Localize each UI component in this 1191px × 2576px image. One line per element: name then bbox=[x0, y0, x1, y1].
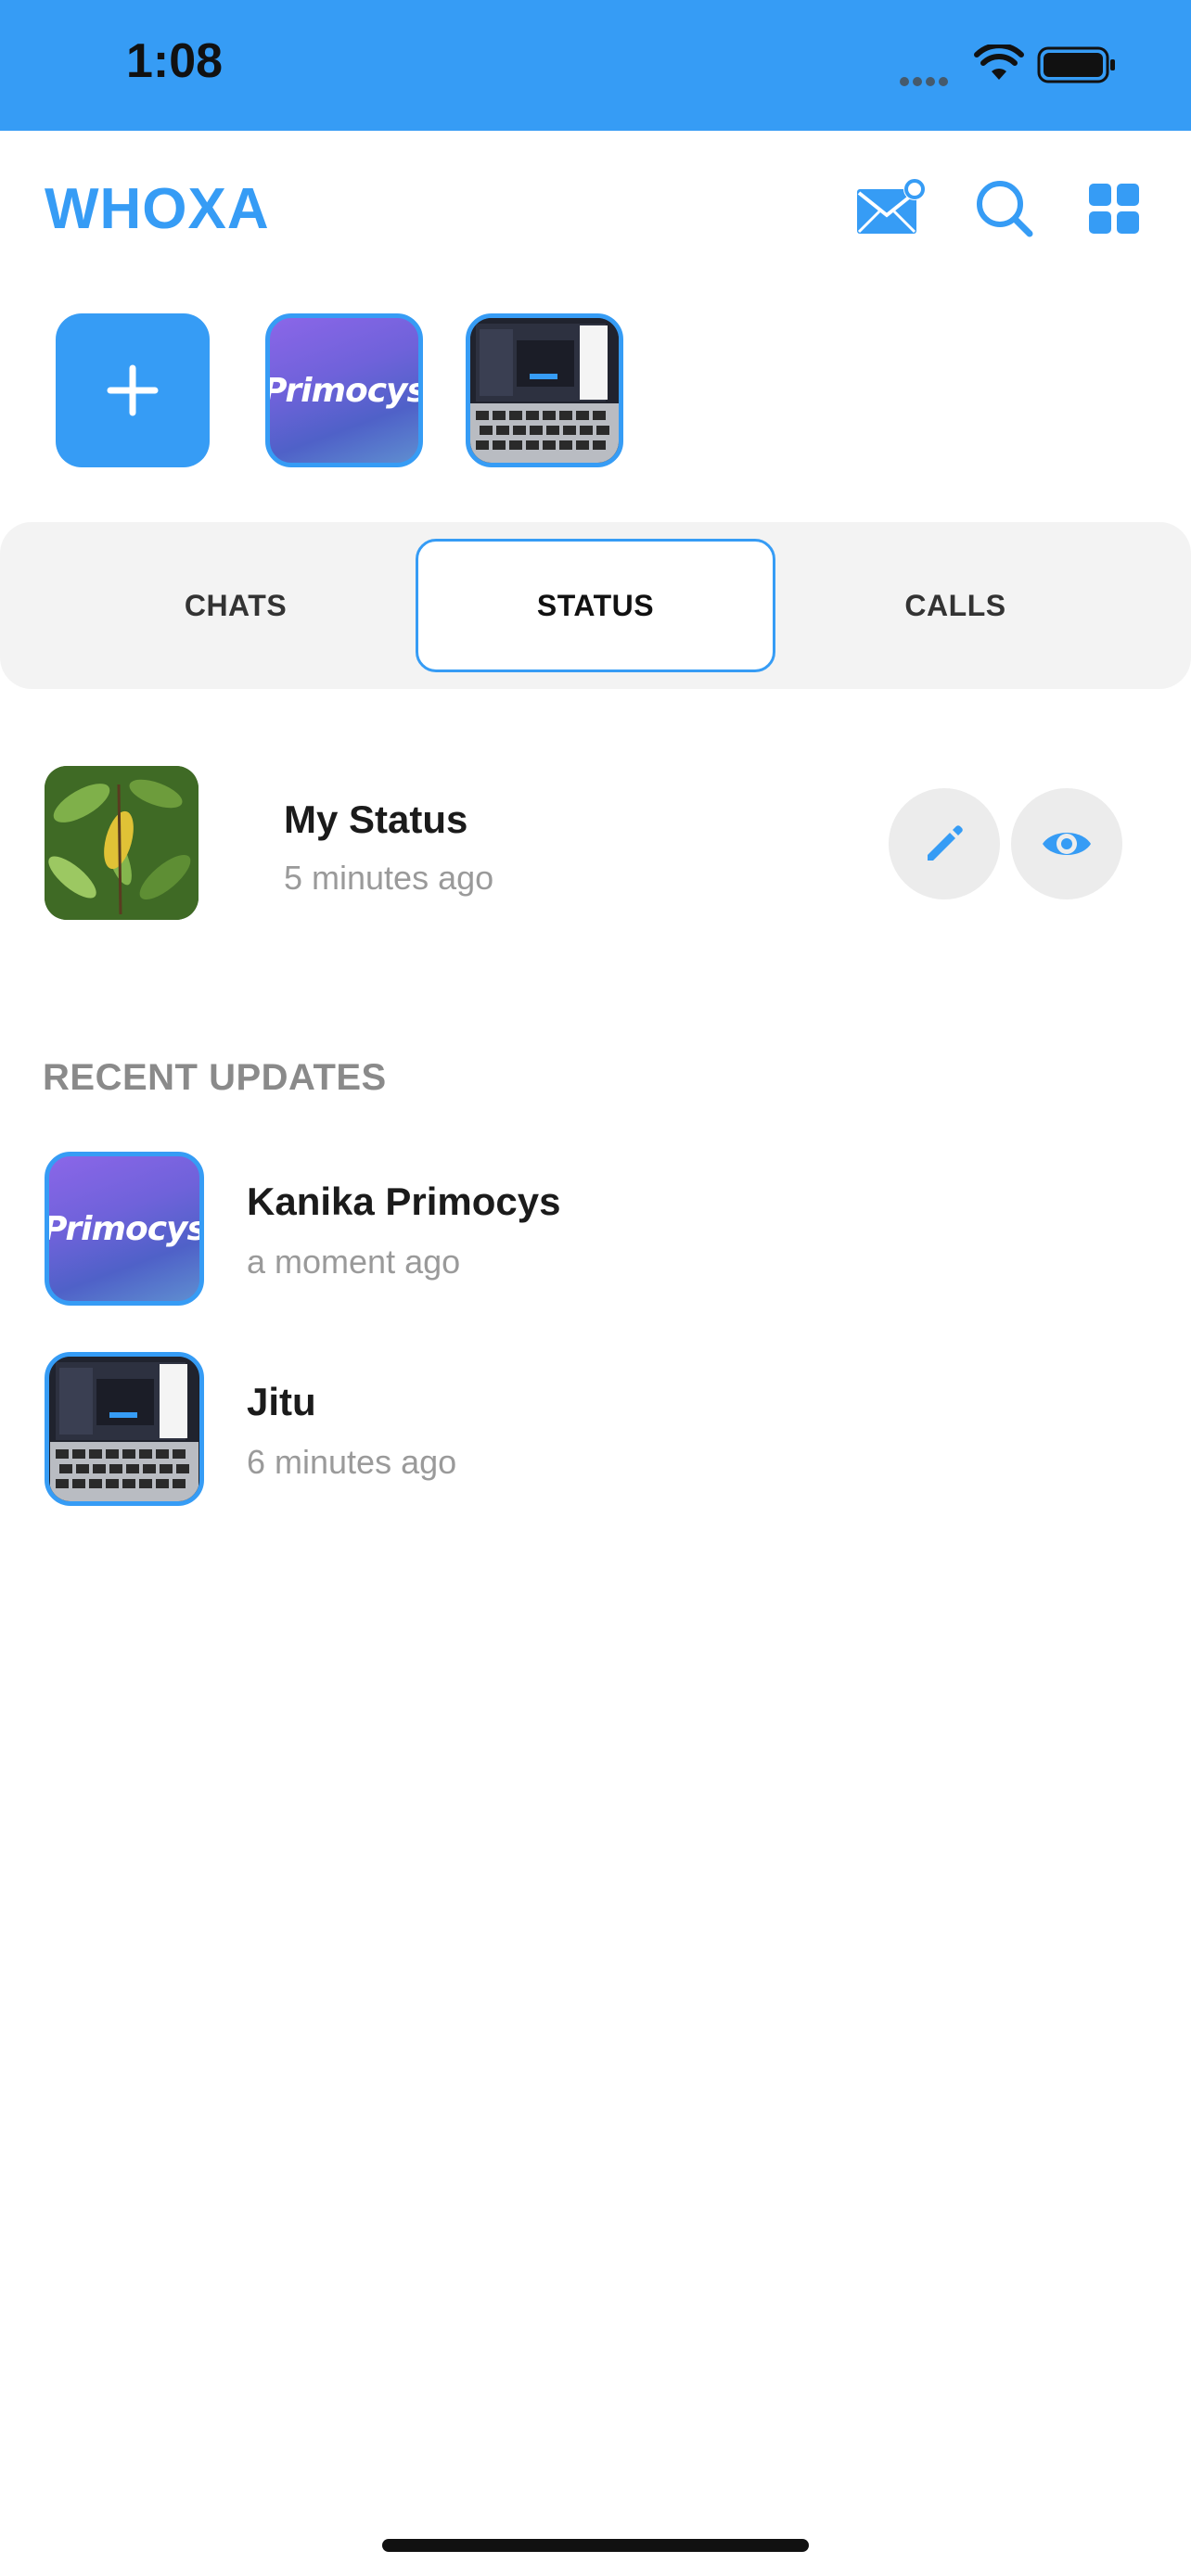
tab-calls[interactable]: CALLS bbox=[775, 539, 1135, 672]
battery-icon bbox=[1037, 46, 1115, 83]
update-thumbnail-kanika[interactable]: Primocys bbox=[45, 1152, 204, 1306]
mail-notification-icon[interactable] bbox=[853, 176, 928, 241]
leaf-photo bbox=[45, 766, 198, 920]
edit-pencil-icon bbox=[928, 825, 963, 861]
signal-dots-icon bbox=[900, 74, 952, 91]
story-thumbnail-laptop[interactable] bbox=[466, 313, 623, 467]
my-status-thumbnail[interactable] bbox=[45, 766, 198, 920]
view-status-button[interactable] bbox=[1011, 788, 1122, 899]
home-indicator bbox=[382, 2539, 809, 2552]
add-story-button[interactable] bbox=[56, 313, 210, 467]
primocys-logo: Primocys bbox=[265, 371, 423, 410]
update-time: a moment ago bbox=[247, 1243, 461, 1281]
tab-bar: CHATS STATUS CALLS bbox=[0, 522, 1191, 689]
laptop-photo bbox=[470, 318, 619, 463]
update-time: 6 minutes ago bbox=[247, 1443, 457, 1481]
tab-chats[interactable]: CHATS bbox=[56, 539, 416, 672]
wifi-icon bbox=[974, 45, 1024, 80]
my-status-title: My Status bbox=[284, 797, 468, 841]
status-screen: 1:08 WHOXA Primocys CHATS STATUS CALLS M… bbox=[0, 0, 1191, 2576]
update-name[interactable]: Kanika Primocys bbox=[247, 1180, 561, 1224]
search-icon[interactable] bbox=[968, 176, 1043, 241]
update-name[interactable]: Jitu bbox=[247, 1380, 316, 1424]
update-thumbnail-jitu[interactable] bbox=[45, 1352, 204, 1506]
edit-status-button[interactable] bbox=[889, 788, 1000, 899]
laptop-photo bbox=[50, 1357, 198, 1501]
tab-status[interactable]: STATUS bbox=[416, 539, 775, 672]
story-thumbnail-primocys[interactable]: Primocys bbox=[265, 313, 423, 467]
primocys-logo: Primocys bbox=[45, 1209, 204, 1248]
view-eye-icon bbox=[1043, 833, 1091, 855]
grid-menu-icon[interactable] bbox=[1080, 176, 1154, 241]
app-title: WHOXA bbox=[45, 177, 270, 241]
plus-icon bbox=[107, 364, 159, 416]
recent-updates-heading: RECENT UPDATES bbox=[43, 1057, 387, 1098]
clock-time: 1:08 bbox=[126, 34, 224, 88]
system-status-bar: 1:08 bbox=[0, 0, 1191, 131]
my-status-time: 5 minutes ago bbox=[284, 859, 494, 897]
